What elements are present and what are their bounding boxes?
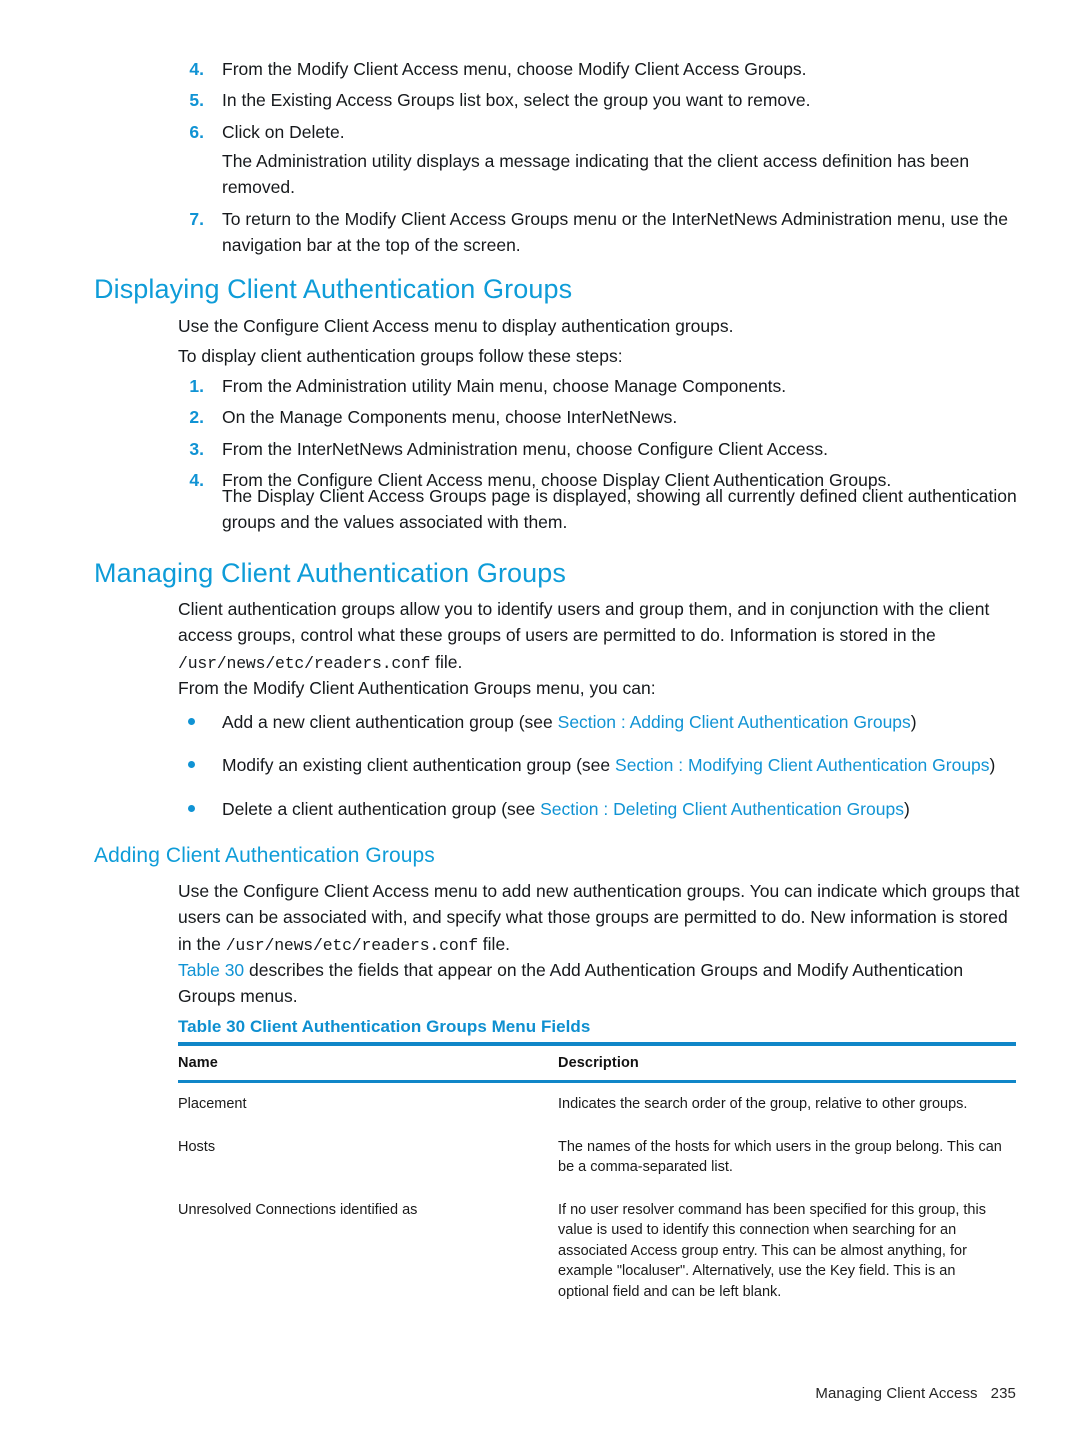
list-item: Modify an existing client authentication… xyxy=(178,752,1023,778)
link-deleting-client-authentication-groups[interactable]: Section : Deleting Client Authentication… xyxy=(540,799,904,819)
heading-managing-client-authentication-groups: Managing Client Authentication Groups xyxy=(94,558,566,588)
page-footer: Managing Client Access 235 xyxy=(0,1385,1016,1402)
table-row: Unresolved Connections identified as If … xyxy=(178,1189,1016,1314)
list-item: 6. Click on Delete. xyxy=(178,119,1023,145)
bullet-lead: Add a new client authentication group (s… xyxy=(222,712,558,732)
bullet-tail: ) xyxy=(903,798,910,819)
list-item-text: In the Existing Access Groups list box, … xyxy=(222,90,811,111)
bullet-lead: Delete a client authentication group (se… xyxy=(222,798,541,819)
list-item: 2. On the Manage Components menu, choose… xyxy=(178,404,1023,430)
list-item: 3. From the InterNetNews Administration … xyxy=(178,436,1023,462)
adding-paragraph-1: Use the Configure Client Access menu to … xyxy=(178,878,1026,959)
readers-conf-path: /usr/news/etc/readers.conf xyxy=(178,653,431,673)
list-marker: 1. xyxy=(189,376,204,396)
adding-paragraph-2: Table 30 describes the fields that appea… xyxy=(178,957,978,1010)
readers-conf-path: /usr/news/etc/readers.conf xyxy=(225,935,478,955)
bullet-icon xyxy=(188,718,195,725)
list-marker: 7. xyxy=(189,209,204,229)
table-caption: Table 30 Client Authentication Groups Me… xyxy=(178,1017,591,1036)
managing-bullet-list: Add a new client authentication group (s… xyxy=(178,709,1023,839)
list-item-text: From the Administration utility Main men… xyxy=(222,376,787,396)
adding-paragraph-1-tail: file. xyxy=(477,933,511,954)
displaying-result-paragraph: The Display Client Access Groups page is… xyxy=(222,486,1017,533)
footer-page-number: 235 xyxy=(990,1385,1016,1402)
bullet-lead: Modify an existing client authentication… xyxy=(222,755,616,776)
cell-description: The names of the hosts for which users i… xyxy=(558,1138,1002,1176)
list-item-text: From the Modify Client Access menu, choo… xyxy=(222,59,807,79)
list-item-text: To return to the Modify Client Access Gr… xyxy=(222,209,1008,256)
steps-continued-list: 4. From the Modify Client Access menu, c… xyxy=(178,56,1023,150)
adding-paragraph-2-text: describes the fields that appear on the … xyxy=(178,960,964,1007)
managing-paragraph-1-tail: file. xyxy=(430,651,463,672)
displaying-intro-2: To display client authentication groups … xyxy=(178,346,623,366)
list-marker: 2. xyxy=(189,407,204,428)
list-marker: 5. xyxy=(189,90,204,111)
cell-name: Placement xyxy=(178,1096,247,1112)
cell-description: Indicates the search order of the group,… xyxy=(558,1096,968,1112)
list-item: 5. In the Existing Access Groups list bo… xyxy=(178,87,1023,113)
list-item-text: From the InterNetNews Administration men… xyxy=(222,438,828,459)
link-adding-client-authentication-groups[interactable]: Section : Adding Client Authentication G… xyxy=(558,712,911,732)
list-item: Add a new client authentication group (s… xyxy=(178,709,1023,735)
table-header-row: Name Description xyxy=(178,1042,1016,1083)
list-marker: 6. xyxy=(189,121,204,142)
cell-name: Hosts xyxy=(178,1138,216,1155)
managing-paragraph-1-lead: Client authentication groups allow you t… xyxy=(178,599,990,646)
heading-displaying-client-authentication-groups: Displaying Client Authentication Groups xyxy=(94,274,573,304)
list-item: 7. To return to the Modify Client Access… xyxy=(178,206,1030,259)
column-header-description: Description xyxy=(558,1042,1016,1083)
bullet-tail: ) xyxy=(989,755,996,776)
displaying-intro-1: Use the Configure Client Access menu to … xyxy=(178,316,734,336)
bullet-icon xyxy=(188,804,195,812)
step7-list: 7. To return to the Modify Client Access… xyxy=(178,206,1030,264)
step6-result-paragraph: The Administration utility displays a me… xyxy=(222,151,970,198)
cell-name: Unresolved Connections identified as xyxy=(178,1201,418,1218)
list-item: 1. From the Administration utility Main … xyxy=(178,373,1023,399)
column-header-name: Name xyxy=(178,1042,558,1083)
footer-title: Managing Client Access xyxy=(815,1385,978,1402)
bullet-tail: ) xyxy=(910,712,917,732)
list-marker: 4. xyxy=(189,59,204,79)
managing-paragraph-1: Client authentication groups allow you t… xyxy=(178,596,1023,677)
document-page: 4. From the Modify Client Access menu, c… xyxy=(0,0,1080,1438)
list-marker: 3. xyxy=(189,438,204,459)
list-marker: 4. xyxy=(189,470,204,491)
list-item: Delete a client authentication group (se… xyxy=(178,796,1023,822)
cell-description: If no user resolver command has been spe… xyxy=(558,1201,986,1300)
managing-paragraph-2: From the Modify Client Authentication Gr… xyxy=(178,678,656,698)
link-modifying-client-authentication-groups[interactable]: Section : Modifying Client Authenticatio… xyxy=(615,755,990,775)
displaying-steps-list: 1. From the Administration utility Main … xyxy=(178,373,1023,499)
heading-adding-client-authentication-groups: Adding Client Authentication Groups xyxy=(94,844,435,867)
list-item: 4. From the Modify Client Access menu, c… xyxy=(178,56,1023,82)
list-item-text: On the Manage Components menu, choose In… xyxy=(222,407,678,428)
bullet-icon xyxy=(188,761,195,769)
client-authentication-groups-table: Name Description Placement Indicates the… xyxy=(178,1042,1016,1313)
table-row: Placement Indicates the search order of … xyxy=(178,1082,1016,1126)
link-table-30[interactable]: Table 30 xyxy=(178,960,244,980)
table-row: Hosts The names of the hosts for which u… xyxy=(178,1126,1016,1189)
list-item-text: Click on Delete. xyxy=(222,121,345,142)
